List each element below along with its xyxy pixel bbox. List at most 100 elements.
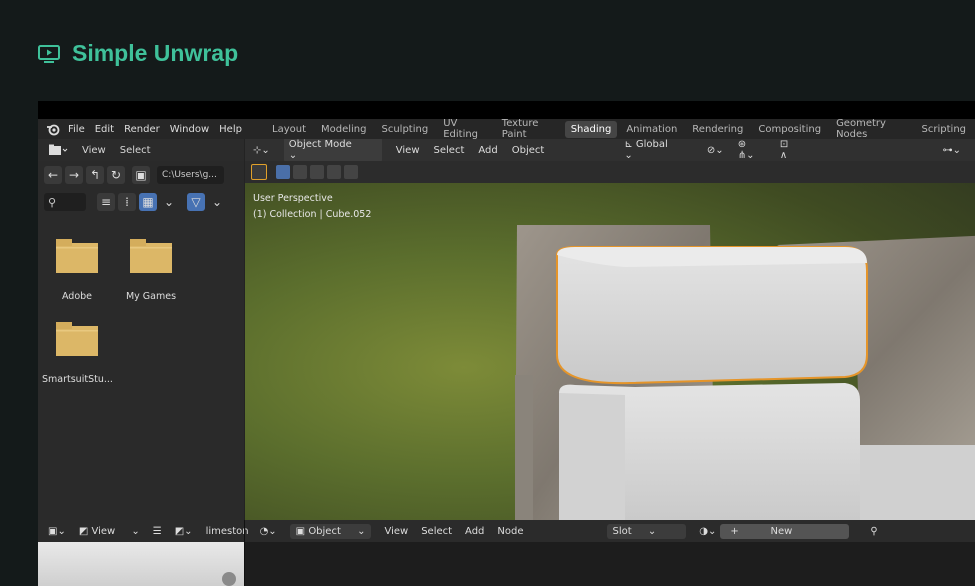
image-view-menu[interactable]: ◩ View ⌄ [79, 526, 140, 537]
file-browser: View Select ← → ↰ ↻ ▣ C:\Users\g... ⚲ ≡ … [38, 139, 244, 520]
file-label: SmartsuitStu... [42, 374, 112, 385]
bottom-editors: ▣⌄ ◩ View ⌄ ☰ ◩⌄ limestone ◔⌄ ▣ Object ⌄… [38, 520, 975, 586]
folder-icon [130, 239, 172, 273]
menu-edit[interactable]: Edit [95, 124, 114, 135]
horizontal-list-icon[interactable]: ⁞ [118, 193, 136, 211]
search-icon: ⚲ [48, 195, 57, 209]
tab-compositing[interactable]: Compositing [752, 121, 827, 138]
pivot-icon[interactable]: ⊘⌄ [707, 145, 724, 156]
main-menu: File Edit Render Window Help [68, 124, 252, 135]
perspective-label: User Perspective [253, 193, 333, 204]
new-folder-icon[interactable]: ▣ [132, 166, 150, 184]
vertical-list-icon[interactable]: ≡ [97, 193, 115, 211]
tab-modeling[interactable]: Modeling [315, 121, 373, 138]
transform-orientation-dropdown[interactable]: ⊾ Global ⌄ [624, 139, 693, 161]
gizmo-icon[interactable]: ⊶⌄ [943, 145, 961, 156]
object-mode-label: Object Mode [288, 139, 352, 150]
refresh-icon[interactable]: ↻ [107, 166, 125, 184]
file-item[interactable]: Adobe [42, 239, 112, 302]
hamburger-menu-icon[interactable]: ☰ [153, 526, 162, 537]
play-screen-icon [38, 44, 60, 63]
node-node-menu[interactable]: Node [497, 526, 523, 537]
folder-menu-icon[interactable] [48, 143, 68, 157]
select-intersect-icon[interactable] [344, 165, 358, 179]
select-subtract-icon[interactable] [310, 165, 324, 179]
stone-blocks-scene [515, 225, 975, 520]
editor-type-icon[interactable]: ⊹⌄ [253, 145, 270, 156]
workspace-tabs: Layout Modeling Sculpting UV Editing Tex… [266, 118, 975, 140]
file-browser-select-menu[interactable]: Select [120, 145, 151, 156]
file-label: My Games [125, 291, 177, 302]
tab-scripting[interactable]: Scripting [916, 121, 972, 138]
viewport-add-menu[interactable]: Add [478, 145, 497, 156]
viewport-object-menu[interactable]: Object [512, 145, 545, 156]
filter-chevron-down-icon[interactable]: ⌄ [208, 193, 226, 211]
folder-icon [56, 239, 98, 273]
forward-arrow-icon[interactable]: → [65, 166, 83, 184]
file-item[interactable]: My Games [116, 239, 186, 302]
viewport-view-menu[interactable]: View [396, 145, 420, 156]
3d-viewport[interactable]: ⊹⌄ Object Mode ⌄ View Select Add Object … [245, 139, 975, 520]
select-extend-icon[interactable] [293, 165, 307, 179]
tab-animation[interactable]: Animation [620, 121, 683, 138]
viewport-select-menu[interactable]: Select [434, 145, 465, 156]
menu-help[interactable]: Help [219, 124, 242, 135]
node-view-menu[interactable]: View [384, 526, 408, 537]
new-material-button[interactable]: + New [720, 523, 850, 539]
proportional-edit-icon[interactable]: ⊡ ∧ [780, 139, 799, 161]
transform-orientation-label: Global [635, 139, 668, 150]
file-browser-view-menu[interactable]: View [82, 145, 106, 156]
folder-icon [56, 322, 98, 356]
blender-window: File Edit Render Window Help Layout Modeling… [38, 101, 975, 586]
file-item[interactable]: SmartsuitStu... [42, 322, 112, 385]
node-select-menu[interactable]: Select [421, 526, 452, 537]
image-view-label: View [91, 525, 116, 537]
image-preview [38, 542, 244, 586]
chevron-down-icon[interactable]: ⌄ [160, 193, 178, 211]
top-bar: File Edit Render Window Help Layout Modeling… [38, 118, 975, 140]
collection-label: (1) Collection | Cube.052 [253, 209, 372, 220]
select-new-icon[interactable] [276, 165, 290, 179]
parent-dir-icon[interactable]: ↰ [86, 166, 104, 184]
node-add-menu[interactable]: Add [465, 526, 484, 537]
select-tool-icon[interactable] [251, 164, 267, 180]
tab-sculpting[interactable]: Sculpting [376, 121, 435, 138]
image-overlay-icon[interactable] [222, 572, 236, 586]
file-search-field[interactable]: ⚲ [44, 193, 86, 211]
selection-mode-tools [245, 161, 975, 183]
slot-dropdown[interactable]: Slot ⌄ [606, 523, 687, 539]
tab-layout[interactable]: Layout [266, 121, 312, 138]
lesson-title-text: Simple Unwrap [72, 40, 239, 66]
path-field[interactable]: C:\Users\g... [157, 166, 224, 184]
material-browse-icon[interactable]: ◑⌄ [699, 526, 716, 537]
bottom-header: ▣⌄ ◩ View ⌄ ☰ ◩⌄ limestone ◔⌄ ▣ Object ⌄… [38, 520, 975, 542]
back-arrow-icon[interactable]: ← [44, 166, 62, 184]
file-browser-nav: ← → ↰ ↻ ▣ C:\Users\g... [38, 161, 244, 189]
node-editor-type-icon[interactable]: ◔⌄ [260, 526, 277, 537]
menu-file[interactable]: File [68, 124, 85, 135]
editor-divider[interactable] [244, 520, 245, 586]
file-browser-filters: ⚲ ≡ ⁞ ▦ ⌄ ▽ ⌄ [38, 189, 244, 215]
viewport-header: ⊹⌄ Object Mode ⌄ View Select Add Object … [245, 139, 975, 163]
lesson-title: Simple Unwrap [38, 40, 238, 67]
object-shader-dropdown[interactable]: ▣ Object ⌄ [289, 523, 372, 539]
object-mode-dropdown[interactable]: Object Mode ⌄ [283, 139, 382, 163]
object-shader-label: Object [308, 525, 341, 537]
tab-rendering[interactable]: Rendering [686, 121, 749, 138]
pin-icon[interactable]: ⚲ [870, 526, 877, 537]
image-browse-icon[interactable]: ◩⌄ [175, 526, 193, 537]
image-editor-type-icon[interactable]: ▣⌄ [48, 526, 66, 537]
blender-logo-icon[interactable] [46, 122, 60, 136]
viewport-overlay-text: User Perspective (1) Collection | Cube.0… [253, 191, 371, 223]
file-label: Adobe [61, 291, 93, 302]
menu-window[interactable]: Window [170, 124, 209, 135]
menu-render[interactable]: Render [124, 124, 160, 135]
filter-icon[interactable]: ▽ [187, 193, 205, 211]
file-browser-header: View Select [38, 139, 244, 161]
select-invert-icon[interactable] [327, 165, 341, 179]
tab-shading[interactable]: Shading [564, 120, 618, 138]
image-name-field[interactable]: limestone [206, 526, 248, 537]
thumbnails-icon[interactable]: ▦ [139, 193, 157, 211]
slot-label: Slot [612, 525, 632, 537]
snap-icon[interactable]: ⊛ ⋔⌄ [738, 139, 766, 161]
